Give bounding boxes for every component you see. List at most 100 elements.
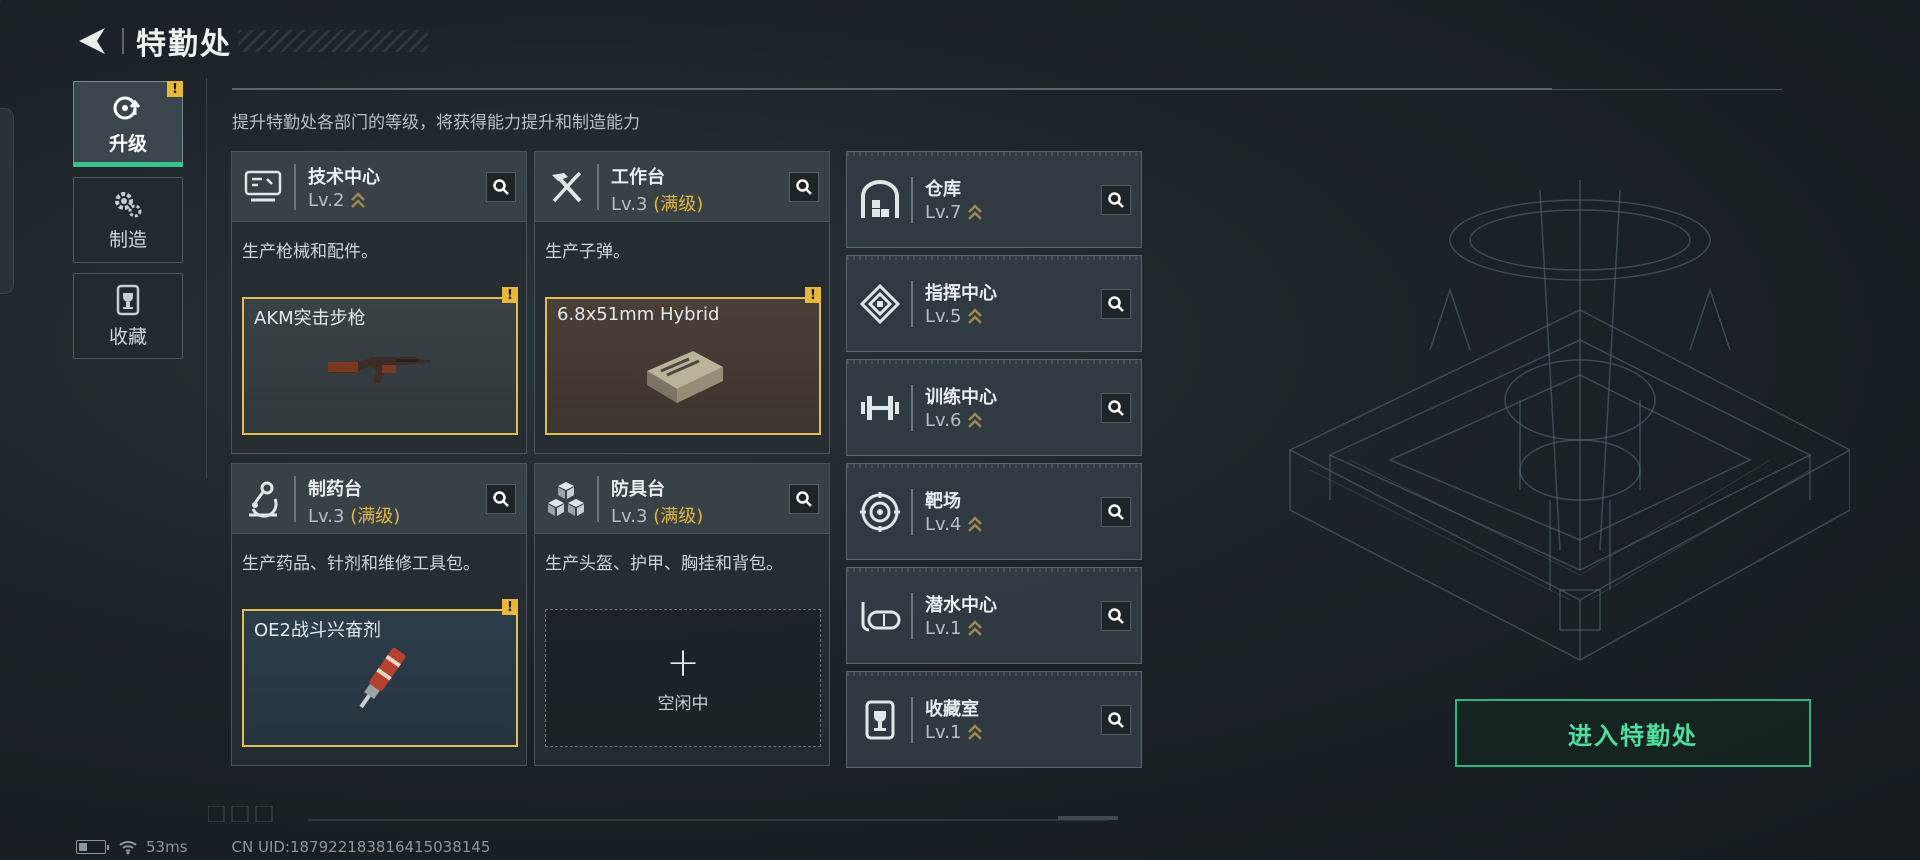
search-icon — [1108, 504, 1124, 520]
nav-label-collection: 收藏 — [108, 325, 147, 348]
facility-level: Lv.4 — [925, 514, 983, 535]
inspect-button[interactable] — [486, 172, 516, 202]
inspect-button[interactable] — [1101, 393, 1131, 423]
slot-item-name: 6.8x51mm Hybrid — [557, 304, 720, 325]
nav-collection[interactable]: 收藏 — [73, 273, 183, 359]
back-arrow-icon — [79, 28, 105, 54]
dept-description: 生产枪械和配件。 — [242, 242, 378, 262]
facility-name: 训练中心 — [925, 387, 997, 408]
slot-item-name: AKM突击步枪 — [254, 308, 366, 329]
search-icon — [1108, 192, 1124, 208]
card-divider — [911, 177, 913, 223]
dept-card-workbench[interactable]: 工作台 Lv.3 (满级) 生产子弹。 ! 6.8x51mm Hybrid — [534, 151, 830, 454]
search-icon — [493, 179, 509, 195]
dept-card-tech-center[interactable]: 技术中心 Lv.2 生产枪械和配件。 ! AKM突击步枪 — [231, 151, 527, 454]
back-button[interactable] — [72, 21, 112, 61]
dept-name: 工作台 — [611, 167, 665, 188]
dept-card-armor-bench[interactable]: 防具台 Lv.3 (满级) 生产头盔、护甲、胸挂和背包。 + 空闲中 — [534, 463, 830, 766]
nav-upgrade[interactable]: ! 升级 — [73, 81, 183, 167]
page-title: 特勤处 — [136, 27, 232, 62]
dumbbell-icon — [857, 385, 903, 431]
nav-label-craft: 制造 — [108, 228, 147, 251]
ammo-box-icon — [647, 351, 723, 403]
facility-diving-center[interactable]: 潜水中心 Lv.1 — [846, 567, 1142, 664]
side-drawer-handle[interactable] — [0, 108, 14, 294]
card-header: 防具台 Lv.3 (满级) — [535, 464, 829, 534]
bottom-decoration — [208, 806, 1118, 822]
add-icon: + — [666, 639, 700, 686]
facility-level: Lv.1 — [925, 618, 983, 639]
upgrade-chevron-icon — [968, 308, 983, 324]
production-slot[interactable]: ! OE2战斗兴奋剂 — [242, 599, 518, 747]
trophy-case-icon — [116, 284, 140, 315]
nav-craft[interactable]: 制造 — [73, 177, 183, 263]
upgrade-chevron-icon — [968, 412, 983, 428]
rifle-icon — [328, 357, 430, 383]
inspect-button[interactable] — [486, 484, 516, 514]
inspect-button[interactable] — [1101, 289, 1131, 319]
diving-mask-icon — [857, 593, 903, 639]
dept-level: Lv.3 (满级) — [308, 506, 401, 527]
facility-warehouse[interactable]: 仓库 Lv.7 — [846, 151, 1142, 248]
empty-production-slot[interactable]: + 空闲中 — [545, 609, 821, 747]
inspect-button[interactable] — [789, 172, 819, 202]
facility-level: Lv.1 — [925, 722, 983, 743]
facility-shooting-range[interactable]: 靶场 Lv.4 — [846, 463, 1142, 560]
enter-base-button[interactable]: 进入特勤处 — [1455, 699, 1811, 767]
inspect-button[interactable] — [1101, 497, 1131, 527]
alert-badge: ! — [502, 287, 518, 303]
upgrade-chevron-icon — [968, 724, 983, 740]
facility-collection-room[interactable]: 收藏室 Lv.1 — [846, 671, 1142, 768]
injector-icon — [359, 647, 406, 709]
tools-icon — [543, 164, 589, 210]
command-icon — [857, 281, 903, 327]
facility-command-center[interactable]: 指挥中心 Lv.5 — [846, 255, 1142, 352]
alert-badge: ! — [805, 287, 821, 303]
search-icon — [1108, 296, 1124, 312]
inspect-button[interactable] — [1101, 601, 1131, 631]
page-header: 特勤处 — [72, 18, 428, 64]
production-slot[interactable]: ! AKM突击步枪 — [242, 287, 518, 435]
left-nav: ! 升级 制造 收藏 — [73, 81, 185, 369]
upgrade-chevron-icon — [968, 516, 983, 532]
facility-level: Lv.7 — [925, 202, 983, 223]
card-header: 制药台 Lv.3 (满级) — [232, 464, 526, 534]
dept-description: 生产药品、针剂和维修工具包。 — [242, 554, 480, 574]
facility-name: 潜水中心 — [925, 595, 997, 616]
status-bar: 53ms CN UID:1879221838164150381​45 — [76, 838, 490, 856]
max-level-tag: (满级) — [653, 506, 704, 527]
battery-icon — [76, 840, 109, 854]
facility-name: 仓库 — [925, 179, 961, 200]
dept-name: 制药台 — [308, 479, 362, 500]
ping-value: 53ms — [146, 838, 188, 856]
dept-description: 生产头盔、护甲、胸挂和背包。 — [545, 554, 783, 574]
dept-card-pharmacy[interactable]: 制药台 Lv.3 (满级) 生产药品、针剂和维修工具包。 ! OE2战斗兴奋剂 — [231, 463, 527, 766]
armor-blocks-icon — [543, 476, 589, 522]
card-divider — [294, 476, 296, 522]
top-divider — [232, 88, 1782, 90]
warehouse-icon — [857, 177, 903, 223]
alert-badge: ! — [167, 81, 183, 97]
facility-level: Lv.6 — [925, 410, 983, 431]
dept-level: Lv.3 (满级) — [611, 506, 704, 527]
search-icon — [493, 491, 509, 507]
card-header: 技术中心 Lv.2 — [232, 152, 526, 222]
search-icon — [1108, 712, 1124, 728]
microscope-icon — [240, 476, 286, 522]
dept-name: 防具台 — [611, 479, 665, 500]
slot-item-name: OE2战斗兴奋剂 — [254, 620, 381, 641]
card-divider — [911, 489, 913, 535]
dept-description: 生产子弹。 — [545, 242, 630, 262]
inspect-button[interactable] — [1101, 705, 1131, 735]
upgrade-hint: 提升特勤处各部门的等级，将获得能力提升和制造能力 — [232, 113, 640, 133]
title-divider — [122, 28, 124, 54]
facility-training-center[interactable]: 训练中心 Lv.6 — [846, 359, 1142, 456]
card-divider — [294, 164, 296, 210]
production-slot[interactable]: ! 6.8x51mm Hybrid — [545, 287, 821, 435]
upgrade-chevron-icon — [351, 192, 366, 208]
upgrade-chevron-icon — [968, 204, 983, 220]
dept-level: Lv.2 — [308, 190, 366, 211]
inspect-button[interactable] — [789, 484, 819, 514]
inspect-button[interactable] — [1101, 185, 1131, 215]
divider-line — [206, 78, 207, 478]
